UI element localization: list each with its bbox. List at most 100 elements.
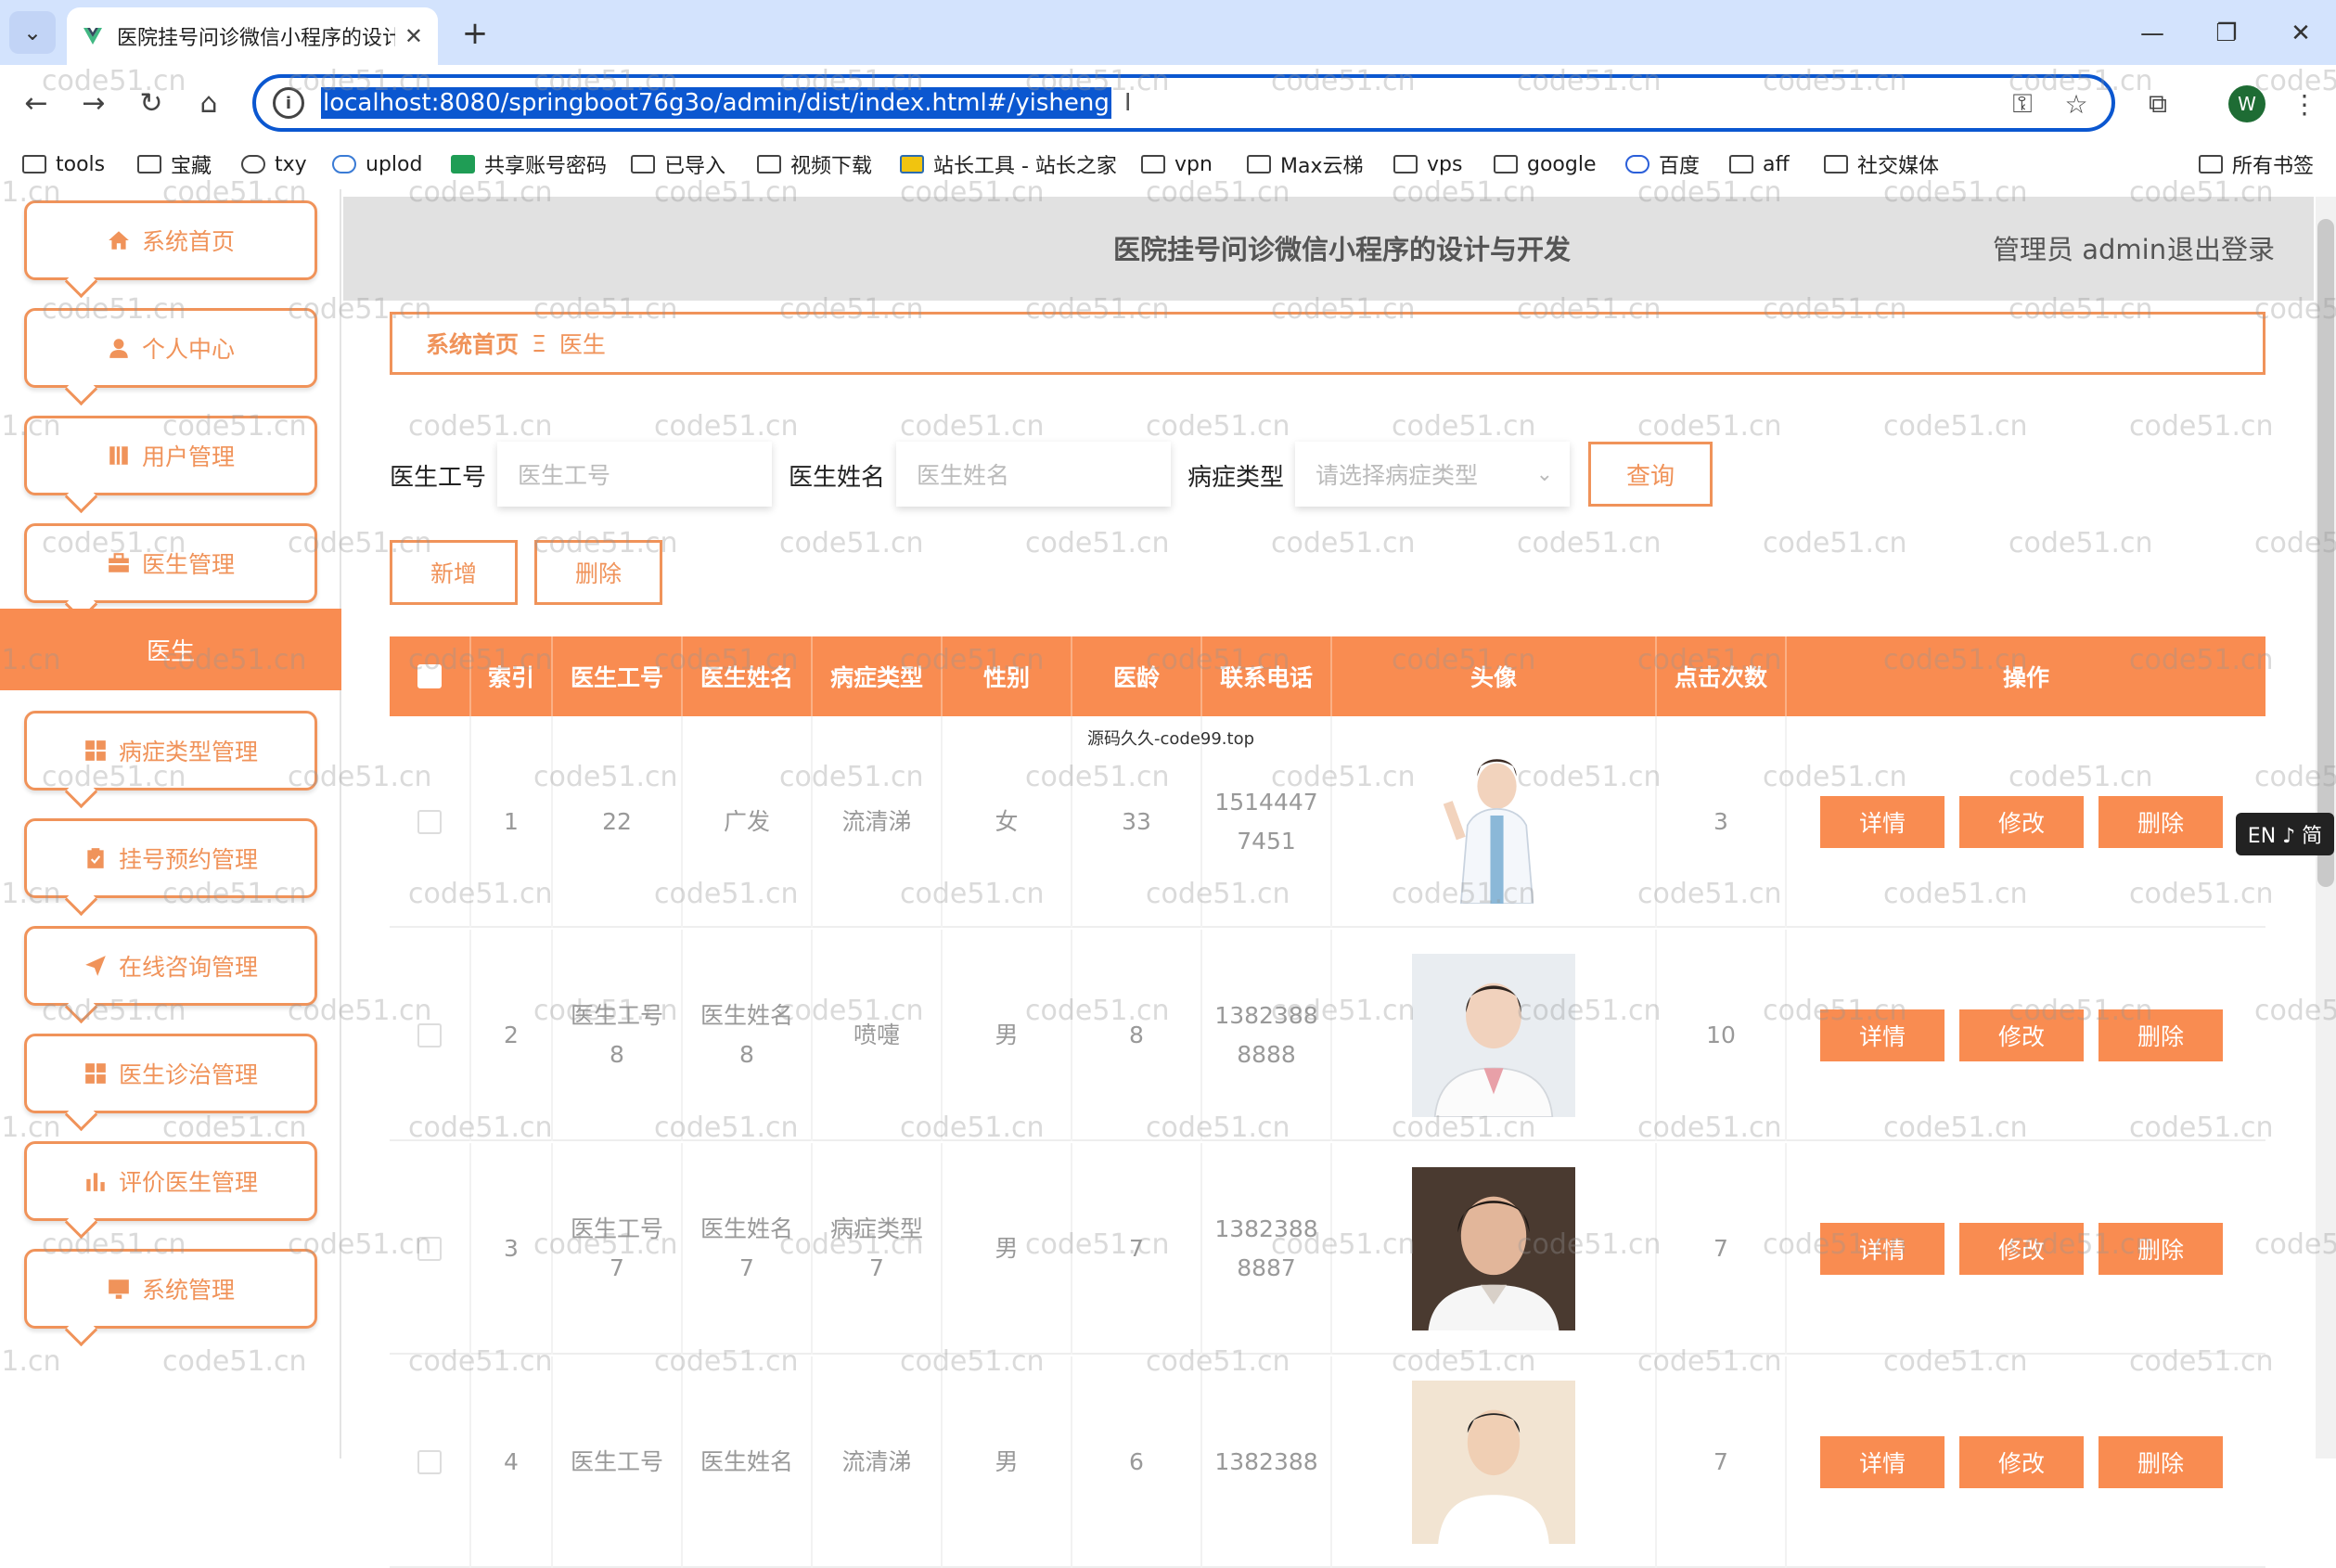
close-icon[interactable]: ✕ (404, 23, 423, 49)
logout-link[interactable]: 退出登录 (2167, 228, 2275, 267)
bookmark-item[interactable]: 视频下载 (757, 148, 872, 180)
window-close-icon[interactable]: ✕ (2273, 13, 2329, 54)
breadcrumb-home[interactable]: 系统首页 (426, 327, 519, 360)
bookmark-item[interactable]: aff (1729, 148, 1790, 180)
folder-icon (22, 155, 46, 174)
user-icon (109, 339, 128, 358)
edit-button[interactable]: 修改 (1959, 796, 2084, 848)
address-bar[interactable]: i localhost:8080/springboot76g3o/admin/d… (252, 74, 2115, 132)
bookmark-item[interactable]: Max云梯 (1247, 148, 1363, 180)
doctor-id-cell: 医生工号 7 (553, 1143, 683, 1355)
sidebar-item-system[interactable]: 系统管理 (24, 1249, 317, 1329)
add-button[interactable]: 新增 (390, 540, 518, 605)
sidebar-item-profile[interactable]: 个人中心 (24, 308, 317, 388)
bookmark-star-icon[interactable]: ☆ (2058, 87, 2095, 121)
minimize-icon[interactable]: — (2124, 13, 2180, 54)
sidebar-item-consultations[interactable]: 在线咨询管理 (24, 926, 317, 1006)
profile-avatar[interactable]: W (2228, 85, 2265, 122)
back-icon[interactable]: ← (13, 80, 59, 126)
delete-button[interactable]: 删除 (2099, 796, 2223, 848)
clicks-cell: 10 (1657, 930, 1787, 1141)
column-header[interactable]: 病症类型 (813, 636, 943, 716)
edit-button[interactable]: 修改 (1959, 1223, 2084, 1275)
restore-icon[interactable]: ❐ (2199, 13, 2254, 54)
doctor-id-input[interactable]: 医生工号 (497, 442, 772, 507)
row-checkbox[interactable] (417, 810, 442, 834)
bookmark-item[interactable]: vps (1393, 148, 1462, 180)
gender-cell: 男 (943, 1143, 1072, 1355)
delete-button[interactable]: 删除 (2099, 1223, 2223, 1275)
batch-delete-button[interactable]: 删除 (534, 540, 662, 605)
sidebar-item-doctors[interactable]: 医生管理 (24, 523, 317, 603)
row-checkbox[interactable] (417, 1023, 442, 1047)
sidebar-item-reviews[interactable]: 评价医生管理 (24, 1141, 317, 1221)
sidebar-item-appointments[interactable]: 挂号预约管理 (24, 818, 317, 898)
bookmark-item[interactable]: 共享账号密码 (451, 148, 607, 180)
disease-type-label: 病症类型 (1187, 464, 1285, 492)
column-header[interactable]: 医生工号 (553, 636, 683, 716)
select-all-checkbox[interactable] (417, 664, 442, 688)
bookmark-item[interactable]: tools (22, 148, 105, 180)
home-icon[interactable]: ⌂ (186, 80, 232, 126)
folder-icon (1393, 155, 1418, 174)
menu-kebab-icon[interactable]: ⋮ (2286, 87, 2323, 121)
tab-list-button[interactable]: ⌄ (9, 11, 56, 54)
query-button[interactable]: 查询 (1588, 442, 1713, 507)
column-header: 头像 (1332, 636, 1657, 716)
new-tab-button[interactable]: + (455, 13, 495, 54)
bookmark-item[interactable]: uplod (332, 148, 422, 180)
sidebar-item-home[interactable]: 系统首页 (24, 200, 317, 280)
reload-icon[interactable]: ↻ (128, 80, 174, 126)
site-info-icon[interactable]: i (273, 87, 304, 119)
doctor-name-cell: 医生姓名 (683, 1356, 813, 1568)
row-checkbox[interactable] (417, 1450, 442, 1474)
column-header[interactable]: 医龄 (1072, 636, 1202, 716)
delete-button[interactable]: 删除 (2099, 1009, 2223, 1061)
all-bookmarks[interactable]: 所有书签 (2199, 148, 2314, 180)
sidebar-item-diagnosis[interactable]: 医生诊治管理 (24, 1034, 317, 1113)
grid-icon (85, 740, 106, 761)
column-header[interactable]: 联系电话 (1202, 636, 1332, 716)
column-header[interactable]: 性别 (943, 636, 1072, 716)
doctor-avatar (1412, 954, 1575, 1117)
forward-icon[interactable]: → (71, 80, 117, 126)
delete-button[interactable]: 删除 (2099, 1436, 2223, 1488)
active-tab[interactable]: 医院挂号问诊微信小程序的设计 ✕ (67, 7, 438, 65)
text-cursor-icon: I (1123, 89, 1132, 117)
disease-type-select[interactable]: 请选择病症类型 ⌄ (1295, 442, 1570, 507)
column-header[interactable]: 索引 (471, 636, 553, 716)
sidebar-item-disease-types[interactable]: 病症类型管理 (24, 711, 317, 790)
doctor-name-input[interactable]: 医生姓名 (896, 442, 1171, 507)
edit-button[interactable]: 修改 (1959, 1436, 2084, 1488)
bookmark-item[interactable]: 社交媒体 (1824, 148, 1939, 180)
column-header[interactable]: 点击次数 (1657, 636, 1787, 716)
bookmark-item[interactable]: 宝藏 (137, 148, 212, 180)
column-header[interactable]: 医生姓名 (683, 636, 813, 716)
grid-icon (85, 1063, 106, 1084)
table-row: 3 医生工号 7 医生姓名 7 病症类型 7 男 7 1382388 8887 7… (390, 1143, 2265, 1355)
detail-button[interactable]: 详情 (1820, 1223, 1945, 1275)
ime-indicator[interactable]: EN ♪ 简 (2236, 813, 2334, 855)
edit-button[interactable]: 修改 (1959, 1009, 2084, 1061)
sidebar-subitem-doctor[interactable]: 医生 (0, 609, 341, 690)
detail-button[interactable]: 详情 (1820, 796, 1945, 848)
row-checkbox[interactable] (417, 1237, 442, 1261)
table-row: 4 医生工号 医生姓名 流清涕 男 6 1382388 7 详情 修改 删除 (390, 1356, 2265, 1568)
detail-button[interactable]: 详情 (1820, 1436, 1945, 1488)
bookmark-item[interactable]: vpn (1141, 148, 1213, 180)
sidebar-item-users[interactable]: 用户管理 (24, 416, 317, 495)
bookmark-item[interactable]: 已导入 (631, 148, 725, 180)
doctor-avatar (1412, 1167, 1575, 1330)
monitor-icon (109, 1279, 129, 1299)
extensions-icon[interactable]: ⧉ (2139, 87, 2176, 121)
bookmark-item[interactable]: 站长工具 - 站长之家 (900, 148, 1117, 180)
detail-button[interactable]: 详情 (1820, 1009, 1945, 1061)
url-text[interactable]: localhost:8080/springboot76g3o/admin/dis… (321, 87, 1111, 119)
bookmark-item[interactable]: txy (241, 148, 307, 180)
bookmark-item[interactable]: 百度 (1625, 148, 1700, 180)
disease-type-cell: 流清涕 (813, 1356, 943, 1568)
bookmark-item[interactable]: google (1494, 148, 1597, 180)
doctor-id-cell: 22 (553, 716, 683, 928)
password-key-icon[interactable]: ⚿ (2004, 87, 2041, 121)
scrollbar-thumb[interactable] (2317, 219, 2334, 887)
